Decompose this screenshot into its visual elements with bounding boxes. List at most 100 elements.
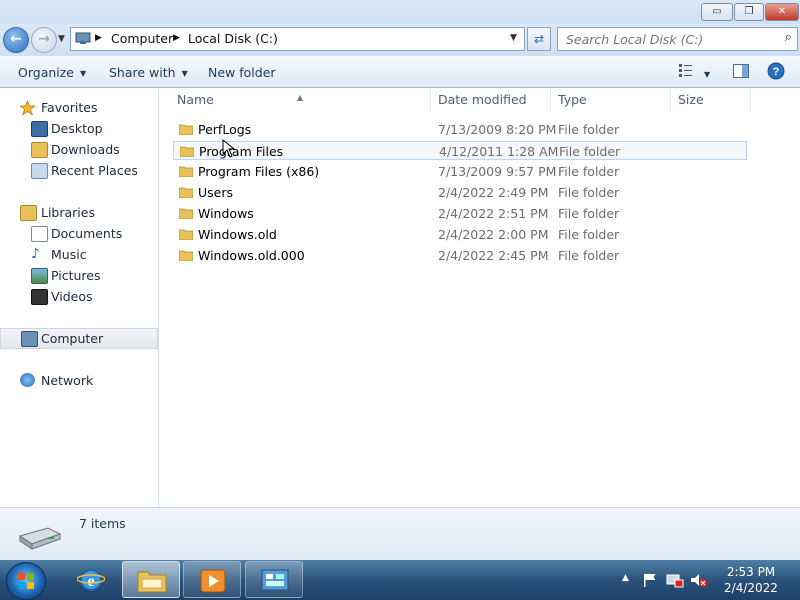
recent-places-icon	[31, 163, 48, 179]
show-hidden-icons-button[interactable]: ▲	[622, 573, 629, 583]
explorer-window: ▭ ❐ ✕ ← → ▼ ▶ Computer ▶ Local Disk (C:)…	[0, 0, 800, 561]
file-type: File folder	[558, 185, 620, 200]
details-pane: 7 items	[0, 507, 800, 561]
folder-icon	[179, 187, 193, 198]
file-type: File folder	[558, 206, 620, 221]
nav-computer[interactable]: Computer	[0, 328, 158, 349]
view-dropdown-icon[interactable]: ▼	[704, 65, 710, 80]
sort-ascending-icon: ▲	[297, 93, 304, 102]
network-globe-icon	[20, 373, 35, 387]
organize-menu[interactable]: Organize ▼	[18, 65, 86, 80]
nav-favorites[interactable]: Favorites	[0, 97, 158, 118]
folder-icon	[179, 229, 193, 240]
system-clock[interactable]: 2:53 PM 2/4/2022	[716, 564, 786, 596]
volume-muted-icon[interactable]	[690, 572, 708, 588]
nav-videos-label: Videos	[51, 289, 93, 304]
column-header-name[interactable]: Name ▲	[159, 88, 431, 112]
mouse-cursor-icon	[222, 139, 236, 158]
file-name: Program Files	[199, 144, 284, 159]
maximize-button[interactable]: ❐	[734, 3, 764, 21]
nav-music-label: Music	[51, 247, 87, 262]
network-status-icon[interactable]	[666, 572, 684, 588]
help-button[interactable]: ?	[767, 62, 785, 83]
taskbar-media-player[interactable]	[183, 561, 241, 598]
taskbar-control-panel[interactable]	[245, 561, 303, 598]
view-list-icon	[679, 64, 692, 77]
internet-explorer-icon: e	[77, 569, 105, 591]
column-name-label: Name	[177, 92, 214, 107]
computer-icon	[21, 331, 38, 347]
file-name: Windows.old.000	[198, 248, 305, 263]
file-row-users[interactable]: Users 2/4/2022 2:49 PM File folder	[173, 183, 747, 202]
control-panel-icon	[261, 569, 289, 591]
videos-film-icon	[31, 289, 48, 305]
file-name: PerfLogs	[198, 122, 252, 137]
new-folder-button[interactable]: New folder	[208, 65, 276, 80]
nav-downloads-label: Downloads	[51, 142, 120, 157]
action-center-flag-icon[interactable]	[642, 572, 658, 588]
folder-icon	[179, 208, 193, 219]
title-bar: ▭ ❐ ✕	[0, 0, 800, 24]
file-type: File folder	[559, 144, 621, 159]
nav-desktop[interactable]: Desktop	[0, 118, 158, 139]
share-with-label: Share with	[109, 65, 176, 80]
file-date: 2/4/2022 2:45 PM	[438, 248, 549, 263]
search-box[interactable]: ⌕	[557, 27, 798, 51]
history-dropdown-icon[interactable]: ▼	[58, 34, 65, 44]
close-button[interactable]: ✕	[765, 3, 799, 21]
taskbar-windows-explorer[interactable]	[122, 561, 180, 598]
nav-recent-places-label: Recent Places	[51, 163, 138, 178]
minimize-button[interactable]: ▭	[701, 3, 733, 21]
folder-icon	[179, 166, 193, 177]
share-with-menu[interactable]: Share with ▼	[109, 65, 188, 80]
nav-music[interactable]: ♪ Music	[0, 244, 158, 265]
column-header-date[interactable]: Date modified	[431, 88, 551, 112]
column-header-size[interactable]: Size	[671, 88, 751, 112]
desktop-icon	[31, 121, 48, 137]
nav-network[interactable]: Network	[0, 370, 158, 391]
hard-drive-icon	[18, 527, 62, 550]
file-row-windows[interactable]: Windows 2/4/2022 2:51 PM File folder	[173, 204, 747, 223]
address-bar[interactable]: ▶ Computer ▶ Local Disk (C:) ▼	[70, 27, 525, 51]
nav-downloads[interactable]: Downloads	[0, 139, 158, 160]
address-dropdown-icon[interactable]: ▼	[510, 33, 517, 43]
breadcrumb-local-disk[interactable]: Local Disk (C:)	[188, 31, 278, 46]
file-date: 2/4/2022 2:00 PM	[438, 227, 549, 242]
nav-videos[interactable]: Videos	[0, 286, 158, 307]
file-date: 2/4/2022 2:49 PM	[438, 185, 549, 200]
column-header-type[interactable]: Type	[551, 88, 671, 112]
back-button[interactable]: ←	[3, 27, 29, 53]
breadcrumb-computer[interactable]: Computer	[111, 31, 173, 46]
refresh-button[interactable]: ⇄	[527, 27, 551, 51]
forward-button[interactable]: →	[31, 27, 57, 53]
breadcrumb-separator[interactable]: ▶	[173, 33, 180, 43]
preview-pane-button[interactable]	[733, 64, 749, 81]
chevron-down-icon: ▼	[80, 69, 87, 78]
nav-recent-places[interactable]: Recent Places	[0, 160, 158, 181]
search-input[interactable]	[564, 30, 768, 48]
file-row-windows-old-000[interactable]: Windows.old.000 2/4/2022 2:45 PM File fo…	[173, 246, 747, 265]
file-row-windows-old[interactable]: Windows.old 2/4/2022 2:00 PM File folder	[173, 225, 747, 244]
navigation-row: ← → ▼ ▶ Computer ▶ Local Disk (C:) ▼ ⇄ ⌕	[0, 24, 800, 56]
file-date: 7/13/2009 9:57 PM	[438, 164, 557, 179]
search-icon[interactable]: ⌕	[785, 30, 792, 45]
start-button[interactable]	[6, 562, 46, 600]
column-size-label: Size	[678, 92, 704, 107]
computer-drive-icon	[75, 32, 91, 44]
downloads-folder-icon	[31, 142, 48, 158]
file-row-program-files[interactable]: Program Files 4/12/2011 1:28 AM File fol…	[173, 141, 747, 160]
nav-libraries[interactable]: Libraries	[0, 202, 158, 223]
command-bar: Organize ▼ Share with ▼ New folder ▼ ?	[0, 56, 800, 88]
nav-pictures[interactable]: Pictures	[0, 265, 158, 286]
nav-documents[interactable]: Documents	[0, 223, 158, 244]
file-name: Windows	[198, 206, 254, 221]
libraries-icon	[20, 205, 37, 221]
breadcrumb-separator[interactable]: ▶	[95, 33, 102, 43]
file-type: File folder	[558, 227, 620, 242]
folder-icon	[180, 146, 194, 157]
file-row-program-files-x86[interactable]: Program Files (x86) 7/13/2009 9:57 PM Fi…	[173, 162, 747, 181]
star-icon	[18, 100, 37, 116]
file-row-perflogs[interactable]: PerfLogs 7/13/2009 8:20 PM File folder	[173, 120, 747, 139]
change-view-button[interactable]	[678, 63, 694, 80]
taskbar-internet-explorer[interactable]: e	[62, 561, 120, 598]
